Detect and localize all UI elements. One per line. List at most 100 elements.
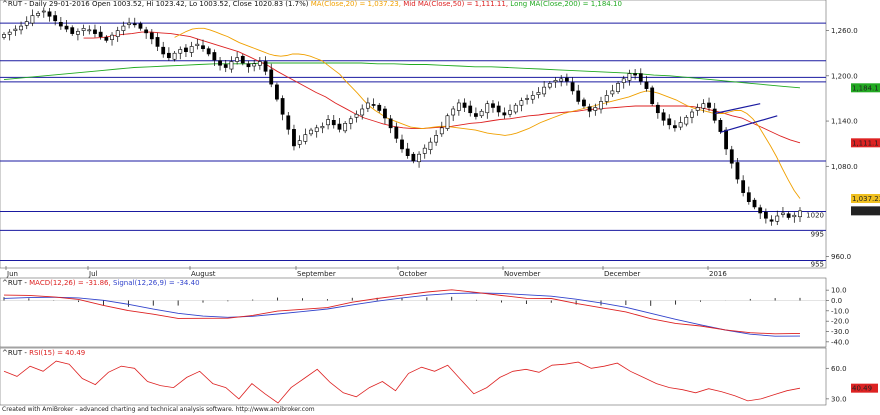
candle-body (93, 29, 97, 34)
candle-body (309, 129, 313, 135)
candle-body (428, 141, 433, 150)
candle-body (417, 153, 421, 163)
candle-body (218, 60, 222, 66)
candle-body (621, 78, 626, 83)
candle-body (559, 78, 564, 82)
candle-body (434, 135, 439, 143)
candle-body (257, 61, 262, 66)
macd-ytick-label: 10.0 (831, 287, 847, 295)
rsi-panel-frame (0, 347, 827, 406)
candle-body (110, 34, 114, 40)
month-label: December (604, 270, 640, 278)
candle-body (303, 134, 308, 142)
candle-body (252, 63, 257, 67)
candle-body (331, 119, 336, 126)
candle-body (724, 129, 728, 150)
candle-body (127, 22, 131, 25)
candle-body (684, 116, 689, 125)
candle-body (781, 212, 785, 215)
candle-body (348, 118, 353, 124)
macd-panel-frame (0, 277, 827, 348)
rsi-header: ^RUT - RSI(15) = 40.49 (2, 349, 85, 357)
candle-body (326, 119, 330, 126)
price-header-symbol: ^RUT (2, 0, 23, 8)
price-panel-frame (0, 0, 827, 269)
candle-body (445, 115, 450, 129)
candle-body (166, 52, 171, 59)
candle-body (735, 162, 740, 180)
candle-body (343, 123, 348, 132)
candle-body (223, 64, 228, 68)
candle-body (195, 43, 200, 46)
candle-body (422, 147, 427, 154)
candle-body (132, 23, 137, 26)
candle-body (411, 153, 416, 162)
candle-body (582, 99, 586, 107)
candle-body (763, 211, 768, 219)
candle-body (286, 115, 291, 130)
candle-body (456, 102, 461, 111)
candle-body (320, 126, 325, 129)
candle-body (161, 46, 166, 55)
candle-body (587, 106, 592, 112)
candle-body (360, 108, 365, 116)
macd-header: ^RUT - MACD(12,26) = -31.86, Signal(12,2… (2, 279, 200, 287)
candle-body (655, 104, 660, 114)
value-tag-label: 1,111.1 (852, 139, 879, 147)
candle-body (673, 125, 677, 129)
stock-chart[interactable]: 1,260.0 1,200.0 1,140.0 1,080.0 960.0 1020 995… (0, 0, 880, 415)
candle-body (513, 104, 518, 113)
candle-body (451, 108, 456, 116)
candle-body (263, 61, 268, 72)
candle-body (468, 105, 473, 114)
candle-body (491, 103, 495, 108)
candle-body (144, 29, 149, 34)
candle-body (53, 15, 58, 22)
candle-body (530, 95, 535, 100)
rsi-ytick-label: 60.0 (831, 365, 847, 373)
candle-body (172, 52, 177, 60)
level-label: 955 (811, 260, 824, 268)
candle-body (184, 47, 188, 53)
rsi-label: RSI(15) = 40.49 (29, 349, 85, 357)
ma20-label: MA(Close,20) = 1,037.23, (311, 0, 401, 8)
price-ytick-label: 1,260.0 (831, 27, 858, 35)
candle-body (519, 100, 524, 106)
candle-body (201, 45, 205, 49)
candle-body (178, 49, 183, 54)
candle-body (212, 52, 217, 61)
candle-body (297, 140, 302, 145)
candle-body (280, 98, 285, 115)
candle-body (627, 73, 632, 81)
month-label: Jun (6, 270, 18, 278)
candle-body (149, 32, 154, 40)
candle-body (798, 210, 802, 218)
candle-body (269, 69, 274, 85)
candle-body (138, 23, 143, 29)
candle-body (678, 122, 683, 128)
value-tag-label: 1,184.1 (852, 84, 879, 92)
candle-body (741, 180, 746, 193)
macd-header-symbol: ^RUT (2, 279, 23, 287)
candle-body (474, 113, 478, 117)
candle-body (70, 27, 75, 34)
candle-body (599, 101, 603, 110)
candle-body (712, 108, 717, 121)
candle-body (479, 110, 484, 117)
candle-body (701, 103, 706, 109)
macd-ytick-label: -20.0 (831, 318, 849, 326)
candle-body (638, 73, 643, 82)
candle-body (371, 104, 376, 106)
candle-body (746, 192, 751, 202)
month-label: September (297, 270, 336, 278)
candle-body (502, 112, 507, 116)
candle-body (752, 199, 757, 208)
candle-body (593, 107, 598, 111)
candle-body (695, 107, 700, 111)
candle-body (98, 31, 103, 37)
candle-body (30, 15, 35, 24)
candle-body (485, 103, 490, 114)
candle-body (275, 84, 279, 100)
candle-body (104, 37, 109, 41)
candle-body (718, 119, 723, 132)
